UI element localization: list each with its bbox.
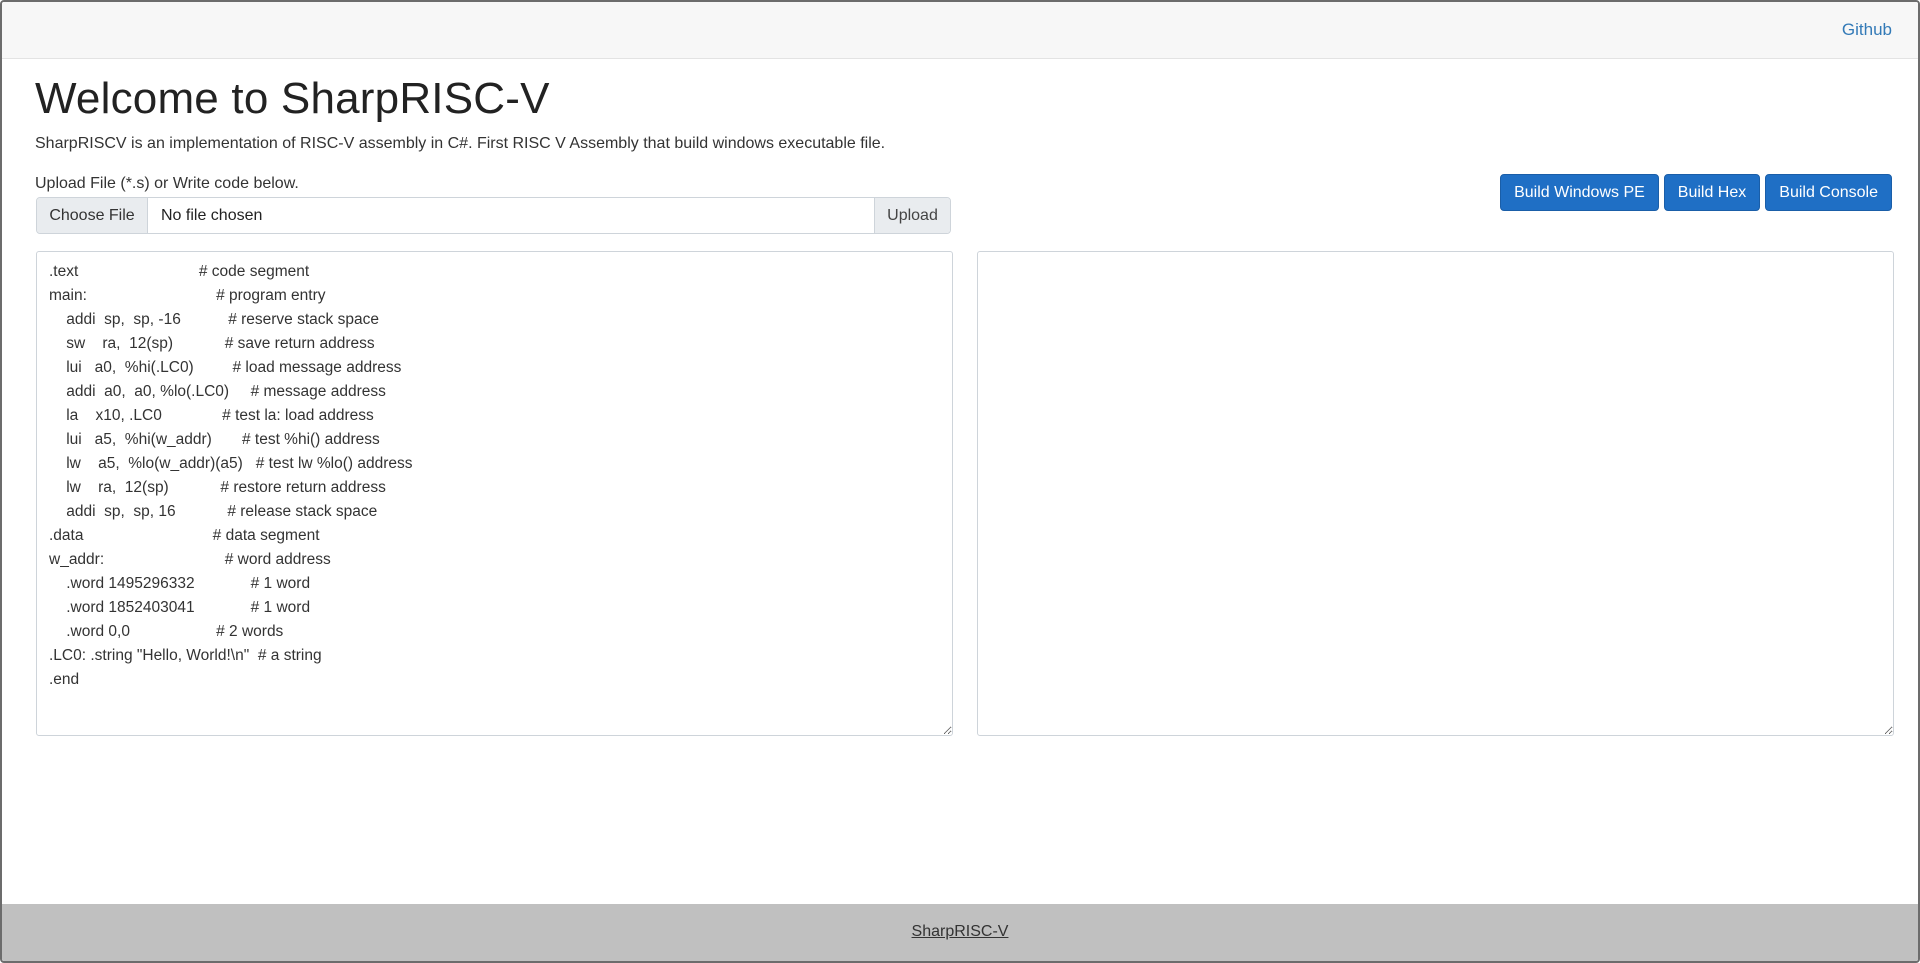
navbar: Github	[2, 2, 1918, 59]
build-hex-button[interactable]: Build Hex	[1663, 174, 1761, 211]
build-windows-pe-button[interactable]: Build Windows PE	[1500, 174, 1659, 211]
footer: SharpRISC-V	[2, 904, 1918, 961]
browser-viewport: Github Welcome to SharpRISC-V SharpRISCV…	[0, 0, 1920, 963]
build-button-group: Build Windows PE Build Hex Build Console	[1500, 174, 1892, 211]
upload-button[interactable]: Upload	[874, 198, 950, 233]
github-link[interactable]: Github	[1842, 20, 1892, 40]
file-input-group: Choose File No file chosen Upload	[36, 197, 951, 234]
upload-label: Upload File (*.s) or Write code below.	[35, 175, 299, 192]
page-title: Welcome to SharpRISC-V	[35, 74, 550, 123]
page-description: SharpRISCV is an implementation of RISC-…	[35, 135, 886, 152]
footer-link[interactable]: SharpRISC-V	[912, 923, 1009, 941]
output-area[interactable]	[977, 251, 1894, 736]
file-name-display: No file chosen	[161, 206, 263, 224]
code-editor[interactable]: .text # code segment main: # program ent…	[36, 251, 953, 736]
build-console-button[interactable]: Build Console	[1765, 174, 1892, 211]
choose-file-button[interactable]: Choose File	[37, 198, 148, 233]
